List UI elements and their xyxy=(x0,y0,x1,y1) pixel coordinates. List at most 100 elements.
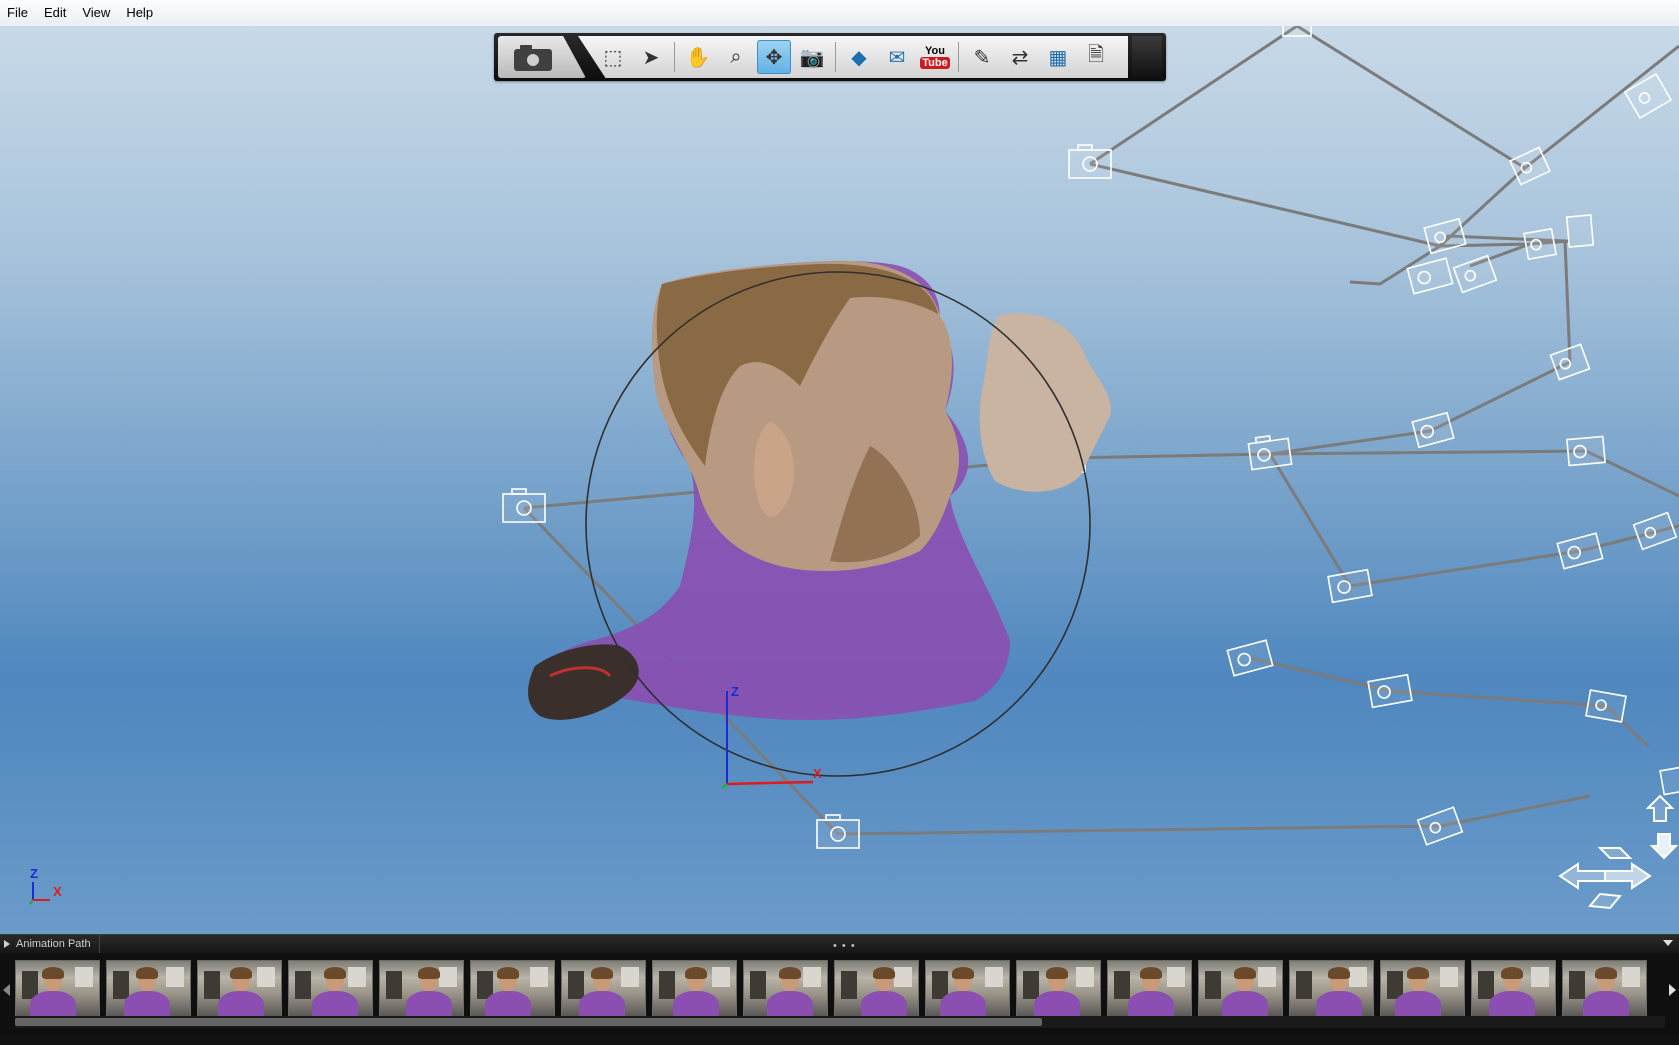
filmstrip-thumbnail[interactable] xyxy=(1562,960,1647,1017)
thumbnail-subject-hair xyxy=(1234,967,1256,979)
thumbnail-list xyxy=(15,960,1665,1018)
filmstrip-thumbnail[interactable] xyxy=(197,960,282,1017)
thumbnail-subject-hair xyxy=(1501,967,1523,979)
thumbnail-subject-shirt xyxy=(1222,991,1268,1016)
youtube-icon: You Tube xyxy=(920,45,950,69)
thumbnail-background xyxy=(712,967,730,987)
thumbnail-subject-hair xyxy=(1407,967,1429,979)
zoom-icon: ⌕ xyxy=(730,45,742,68)
document-icon: 🗎 xyxy=(1087,44,1105,66)
pan-tool[interactable]: ✋ xyxy=(681,40,715,74)
filmstrip-thumbnail[interactable] xyxy=(1016,960,1101,1017)
menu-help[interactable]: Help xyxy=(118,0,161,26)
3d-viewport[interactable]: Z X ⬚ ➤ ✋ ⌕ ✥ 📷 ◆ ✉ You Tube ✎ ⇄ ▦ 🗎 Z X xyxy=(0,26,1679,934)
thumbnail-background xyxy=(530,967,548,987)
panel-title: Animation Path xyxy=(16,938,91,950)
thumbnail-subject-shirt xyxy=(1395,991,1441,1016)
panel-header: Animation Path • • • xyxy=(0,934,1679,953)
thumbnail-subject-hair xyxy=(1595,967,1617,979)
filmstrip-scrollbar[interactable] xyxy=(15,1016,1665,1028)
filmstrip-thumbnail[interactable] xyxy=(1289,960,1374,1017)
expand-arrow-icon xyxy=(4,940,10,948)
camera-lock-tool[interactable]: 📷 xyxy=(795,40,829,74)
eyedropper-tool[interactable]: ✎ xyxy=(965,40,999,74)
filmstrip-thumbnail[interactable] xyxy=(1471,960,1556,1017)
thumbnail-background xyxy=(1349,967,1367,987)
toolbar-separator xyxy=(958,42,959,72)
filmstrip-thumbnail[interactable] xyxy=(106,960,191,1017)
filmstrip-thumbnail[interactable] xyxy=(470,960,555,1017)
orbit-tool[interactable]: ✥ xyxy=(757,40,791,74)
thumbnail-subject-hair xyxy=(1140,967,1162,979)
filmstrip-thumbnail[interactable] xyxy=(743,960,828,1017)
thumbnail-background xyxy=(386,971,402,999)
thumbnail-subject-shirt xyxy=(218,991,264,1016)
nav-left-arrow-icon xyxy=(1558,862,1606,890)
hand-icon: ✋ xyxy=(685,46,711,69)
thumbnail-background xyxy=(439,967,457,987)
scrollbar-thumb[interactable] xyxy=(15,1018,1042,1026)
thumbnail-subject-shirt xyxy=(1316,991,1362,1016)
scroll-left-icon[interactable] xyxy=(3,984,10,996)
thumbnail-subject-shirt xyxy=(406,991,452,1016)
corner-axis-lines xyxy=(29,882,50,905)
menu-view[interactable]: View xyxy=(74,0,118,26)
thumbnail-background xyxy=(204,971,220,999)
youtube-tool[interactable]: You Tube xyxy=(918,40,952,74)
panel-menu-dropdown-icon[interactable] xyxy=(1663,940,1673,946)
filmstrip-thumbnail[interactable] xyxy=(1198,960,1283,1017)
thumbnail-background xyxy=(1076,967,1094,987)
filmstrip-thumbnail[interactable] xyxy=(925,960,1010,1017)
zoom-tool[interactable]: ⌕ xyxy=(719,40,753,74)
properties-tool[interactable]: 🗎 xyxy=(1079,40,1113,74)
scene-canvas: Z X xyxy=(502,26,1679,910)
thumbnail-subject-hair xyxy=(418,967,440,979)
filmstrip-thumbnail[interactable] xyxy=(379,960,464,1017)
thumbnail-background xyxy=(166,967,184,987)
thumbnail-background xyxy=(1205,971,1221,999)
select-rectangle-tool[interactable]: ⬚ xyxy=(596,40,630,74)
filmstrip-thumbnail[interactable] xyxy=(1380,960,1465,1017)
filmstrip-thumbnail[interactable] xyxy=(1107,960,1192,1017)
export-tool[interactable]: ⇄ xyxy=(1003,40,1037,74)
camera-toolbar-button[interactable] xyxy=(498,36,586,78)
measure-tool[interactable]: ◆ xyxy=(842,40,876,74)
thumbnail-background xyxy=(1296,971,1312,999)
menu-edit[interactable]: Edit xyxy=(36,0,74,26)
nav-forward-arrow-icon xyxy=(1597,847,1633,859)
eyedropper-icon: ✎ xyxy=(973,46,991,69)
scroll-right-icon[interactable] xyxy=(1669,984,1676,996)
select-pointer-tool[interactable]: ➤ xyxy=(634,40,668,74)
resize-grip-icon[interactable]: • • • xyxy=(833,940,856,952)
menu-file[interactable]: File xyxy=(0,0,36,26)
panel-toggle[interactable]: Animation Path xyxy=(0,935,100,953)
scan-model[interactable] xyxy=(528,260,1111,777)
thumbnail-subject-hair xyxy=(230,967,252,979)
thumbnail-background xyxy=(295,971,311,999)
mesh-download-icon: ▦ xyxy=(1048,46,1068,69)
thumbnail-background xyxy=(113,971,129,999)
thumbnail-background xyxy=(1440,967,1458,987)
email-tool[interactable]: ✉ xyxy=(880,40,914,74)
filmstrip-thumbnail[interactable] xyxy=(561,960,646,1017)
ruler-icon: ◆ xyxy=(851,46,867,69)
thumbnail-subject-hair xyxy=(952,967,974,979)
thumbnail-subject-shirt xyxy=(485,991,531,1016)
toolbar-separator xyxy=(835,42,836,72)
navigation-arrows[interactable] xyxy=(1558,794,1679,910)
nav-down-arrow-icon xyxy=(1649,833,1679,860)
thumbnail-background xyxy=(659,971,675,999)
filmstrip-thumbnail[interactable] xyxy=(652,960,737,1017)
thumbnail-background xyxy=(1167,967,1185,987)
nav-back-arrow-icon xyxy=(1588,892,1622,910)
download-mesh-tool[interactable]: ▦ xyxy=(1041,40,1075,74)
thumbnail-subject-hair xyxy=(42,967,64,979)
thumbnail-subject-shirt xyxy=(1583,991,1629,1016)
filmstrip-thumbnail[interactable] xyxy=(15,960,100,1017)
thumbnail-subject-hair xyxy=(873,967,895,979)
filmstrip-thumbnail[interactable] xyxy=(834,960,919,1017)
thumbnail-subject-hair xyxy=(324,967,346,979)
thumbnail-background xyxy=(894,967,912,987)
thumbnail-subject-shirt xyxy=(312,991,358,1016)
filmstrip-thumbnail[interactable] xyxy=(288,960,373,1017)
